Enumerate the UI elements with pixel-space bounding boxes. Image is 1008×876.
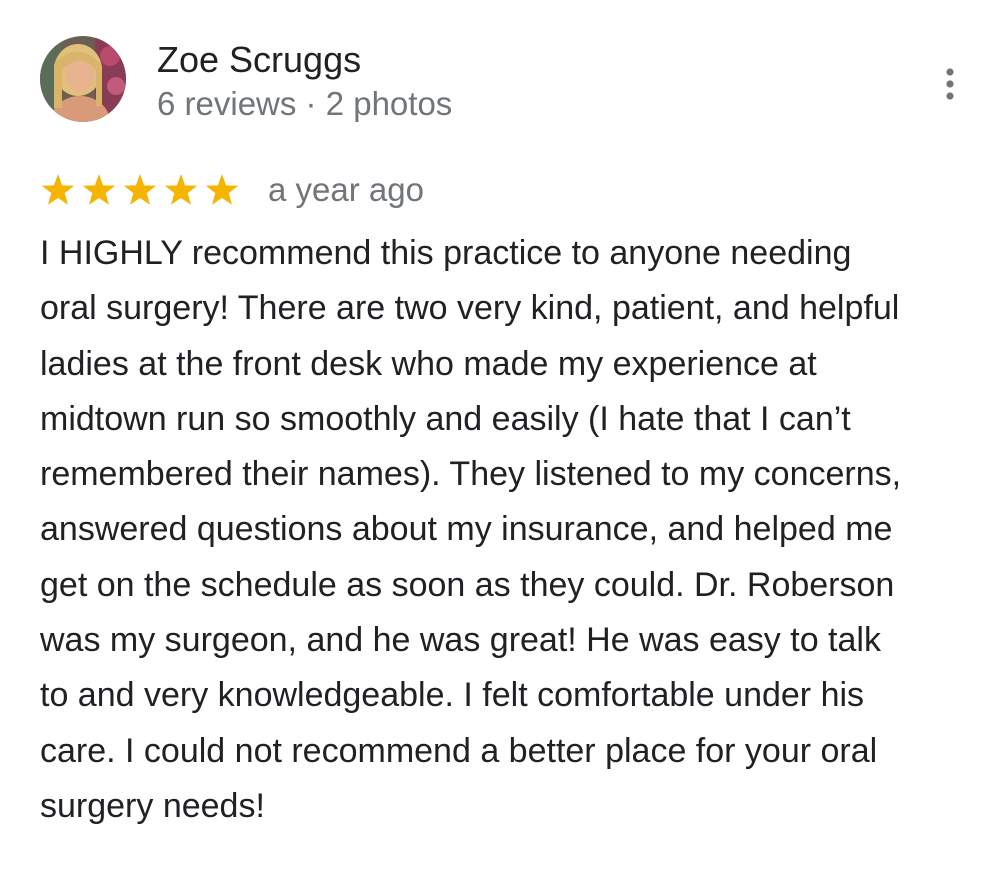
- star-icon: [41, 174, 75, 205]
- star-icon: [82, 174, 116, 205]
- reviewer-meta: 6 reviews · 2 photos: [157, 85, 453, 122]
- review-text: I HIGHLY recommend this practice to anyo…: [40, 234, 902, 825]
- rating-row: a year ago: [40, 168, 424, 212]
- star-icon: [123, 174, 157, 205]
- star-icon: [164, 174, 198, 205]
- star-icon: [205, 174, 239, 205]
- more-vert-icon: [946, 68, 954, 100]
- star-rating: [40, 172, 245, 208]
- reviewer-name[interactable]: Zoe Scruggs: [157, 38, 361, 82]
- avatar[interactable]: [40, 36, 126, 122]
- review-date: a year ago: [268, 171, 424, 208]
- avatar-photo-icon: [40, 36, 126, 122]
- more-options-button[interactable]: [926, 60, 974, 108]
